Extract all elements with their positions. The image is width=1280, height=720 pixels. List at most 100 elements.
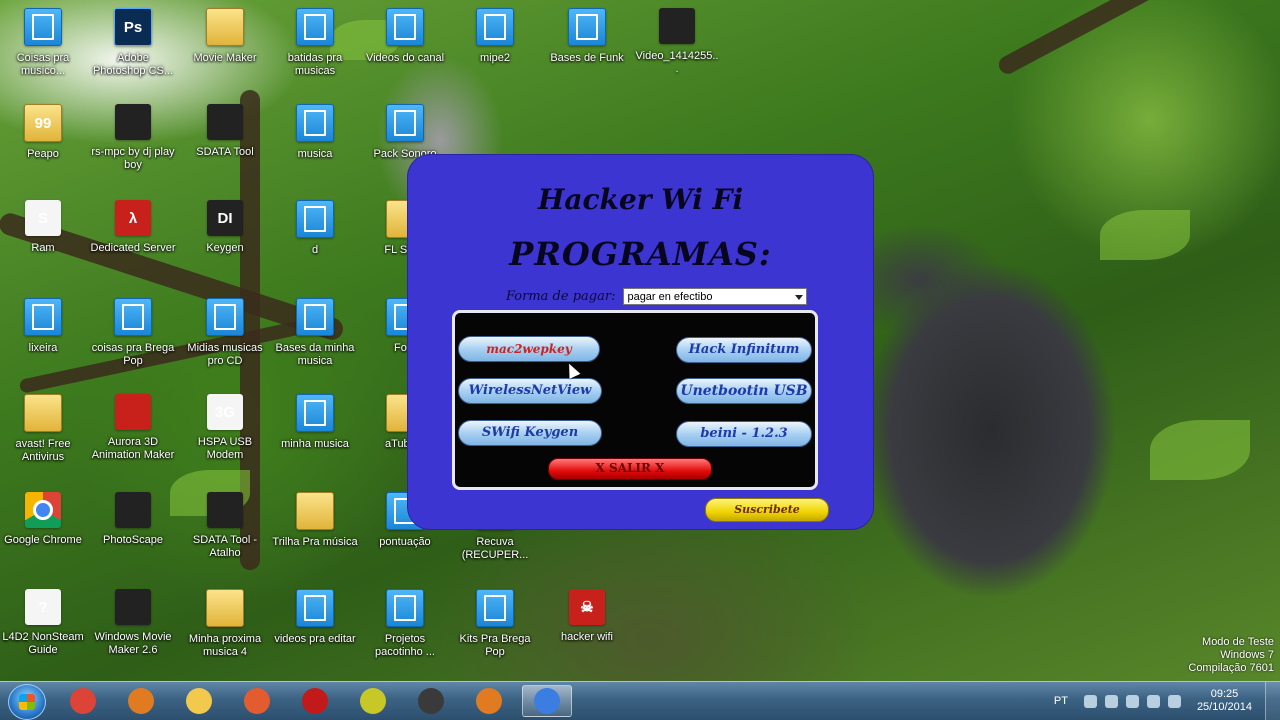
- desktop-icon[interactable]: ☠ hacker wifi: [544, 589, 630, 644]
- payment-row: Forma de pagar: pagar en efectibo: [506, 288, 808, 305]
- desktop-icon[interactable]: batidas pra musicas: [272, 8, 358, 78]
- desktop-icon-label: avast! Free Antivirus: [15, 438, 71, 463]
- desktop-app-icon: [115, 104, 151, 140]
- desktop-app-icon: [206, 589, 244, 627]
- desktop-icon-label: Coisas pra musico...: [16, 52, 70, 77]
- taskbar-button[interactable]: [232, 685, 282, 717]
- show-desktop-button[interactable]: [1265, 682, 1280, 720]
- program-button-wirelessnetview[interactable]: WirelessNetView: [458, 378, 602, 404]
- payment-select[interactable]: pagar en efectibo: [623, 288, 808, 305]
- desktop-icon[interactable]: musica: [272, 104, 358, 161]
- desktop-icon[interactable]: S Ram: [0, 200, 86, 255]
- desktop-icon-label: Video_1414255...: [635, 50, 719, 75]
- desktop-icon[interactable]: DI Keygen: [182, 200, 268, 255]
- desktop-icon[interactable]: SDATA Tool - Atalho: [182, 492, 268, 560]
- desktop-app-icon: 3G: [207, 394, 243, 430]
- desktop-app-icon: [296, 104, 334, 142]
- programs-panel: mac2wepkey WirelessNetView SWifi Keygen …: [452, 310, 818, 490]
- program-button-hack-infinitum[interactable]: Hack Infinitum: [676, 337, 812, 363]
- film-taskbar-icon: [418, 688, 444, 714]
- mouse-cursor-icon: [563, 361, 581, 379]
- desktop-icon[interactable]: SDATA Tool: [182, 104, 268, 159]
- desktop-icon[interactable]: Videos do canal: [362, 8, 448, 65]
- taskbar-button[interactable]: [58, 685, 108, 717]
- desktop-icon[interactable]: d: [272, 200, 358, 257]
- desktop-icon[interactable]: minha musica: [272, 394, 358, 451]
- desktop-icon-label: Windows Movie Maker 2.6: [94, 631, 172, 656]
- program-button-unetbootin-usb[interactable]: Unetbootin USB: [676, 378, 812, 404]
- desktop-icon[interactable]: avast! Free Antivirus: [0, 394, 86, 464]
- language-indicator[interactable]: PT: [1054, 695, 1068, 707]
- desktop-app-icon: S: [25, 200, 61, 236]
- desktop-icon[interactable]: mipe2: [452, 8, 538, 65]
- desktop-icon[interactable]: Video_1414255...: [634, 8, 720, 76]
- power-icon[interactable]: [1167, 694, 1181, 708]
- taskbar-button[interactable]: [174, 685, 224, 717]
- desktop-app-icon: [386, 104, 424, 142]
- taskbar-button[interactable]: [116, 685, 166, 717]
- desktop-icon[interactable]: 99 Peapo: [0, 104, 86, 161]
- fl-studio-taskbar-icon: [128, 688, 154, 714]
- desktop-icon[interactable]: Coisas pra musico...: [0, 8, 86, 78]
- desktop-icon[interactable]: Windows Movie Maker 2.6: [90, 589, 176, 657]
- action-center-icon[interactable]: [1146, 694, 1160, 708]
- desktop-icon-label: Kits Pra Brega Pop: [459, 633, 531, 658]
- desktop-icon[interactable]: Minha proxima musica 4: [182, 589, 268, 659]
- desktop-icon[interactable]: videos pra editar: [272, 589, 358, 646]
- program-button-beini[interactable]: beini - 1.2.3: [676, 421, 812, 447]
- desktop-app-icon: [24, 298, 62, 336]
- desktop-app-icon: [296, 394, 334, 432]
- desktop-icon[interactable]: Projetos pacotinho ...: [362, 589, 448, 659]
- desktop-icon[interactable]: 3G HSPA USB Modem: [182, 394, 268, 462]
- desktop-app-icon: [296, 492, 334, 530]
- fl-studio2-taskbar-icon: [476, 688, 502, 714]
- desktop-app-icon: ☠: [569, 589, 605, 625]
- desktop-icon[interactable]: Aurora 3D Animation Maker: [90, 394, 176, 462]
- desktop-icon-label: videos pra editar: [274, 633, 356, 645]
- taskbar-button[interactable]: [522, 685, 572, 717]
- payment-label: Forma de pagar:: [506, 289, 616, 304]
- taskbar-button[interactable]: [406, 685, 456, 717]
- desktop-icon[interactable]: Movie Maker: [182, 8, 268, 65]
- desktop-icon[interactable]: PhotoScape: [90, 492, 176, 547]
- desktop-icon-label: SDATA Tool: [196, 146, 254, 158]
- desktop-icon[interactable]: Bases da minha musica: [272, 298, 358, 368]
- taskbar-button[interactable]: [348, 685, 398, 717]
- desktop-icon[interactable]: Kits Pra Brega Pop: [452, 589, 538, 659]
- desktop-icon-label: Bases da minha musica: [275, 342, 355, 367]
- desktop-app-icon: ?: [25, 589, 61, 625]
- program-button-swifi-keygen[interactable]: SWifi Keygen: [458, 420, 602, 446]
- desktop-app-icon: [114, 298, 152, 336]
- desktop-icon-label: Projetos pacotinho ...: [375, 633, 435, 658]
- desktop-icon[interactable]: Bases de Funk: [544, 8, 630, 65]
- desktop-icon-label: d: [311, 244, 319, 256]
- tray-arrow-icon[interactable]: [1083, 694, 1097, 708]
- desktop-app-icon: [115, 492, 151, 528]
- desktop-icon[interactable]: λ Dedicated Server: [90, 200, 176, 255]
- desktop-app-icon: 99: [24, 104, 62, 142]
- volume-icon[interactable]: [1104, 694, 1118, 708]
- desktop-icon[interactable]: Pack Sonoro: [362, 104, 448, 161]
- taskbar-button[interactable]: [464, 685, 514, 717]
- desktop-app-icon: λ: [115, 200, 151, 236]
- desktop-icon[interactable]: lixeira: [0, 298, 86, 355]
- start-button[interactable]: [8, 684, 46, 720]
- desktop-icon[interactable]: Midias musicas pro CD: [182, 298, 268, 368]
- desktop-icon-label: musica: [297, 148, 333, 160]
- desktop-icon[interactable]: Ps Adobe Photoshop CS...: [90, 8, 176, 78]
- subscribe-button[interactable]: Suscribete: [705, 498, 829, 522]
- taskbar-button[interactable]: [290, 685, 340, 717]
- desktop-icon-label: HSPA USB Modem: [197, 436, 253, 461]
- watermark-line: Windows 7: [1220, 649, 1274, 661]
- desktop-icon[interactable]: Google Chrome: [0, 492, 86, 547]
- desktop-icon[interactable]: Trilha Pra música: [272, 492, 358, 549]
- network-icon[interactable]: [1125, 694, 1139, 708]
- desktop-icon[interactable]: rs-mpc by dj play boy: [90, 104, 176, 172]
- desktop-icon[interactable]: coisas pra Brega Pop: [90, 298, 176, 368]
- desktop-icon-label: Videos do canal: [365, 52, 445, 64]
- desktop-icon-label: pontuação: [379, 536, 431, 548]
- clock[interactable]: 09:25 25/10/2014: [1197, 688, 1252, 714]
- exit-button[interactable]: X SALIR X: [548, 458, 712, 480]
- program-button-mac2wepkey[interactable]: mac2wepkey: [458, 336, 600, 362]
- desktop-icon[interactable]: ? L4D2 NonSteam Guide: [0, 589, 86, 657]
